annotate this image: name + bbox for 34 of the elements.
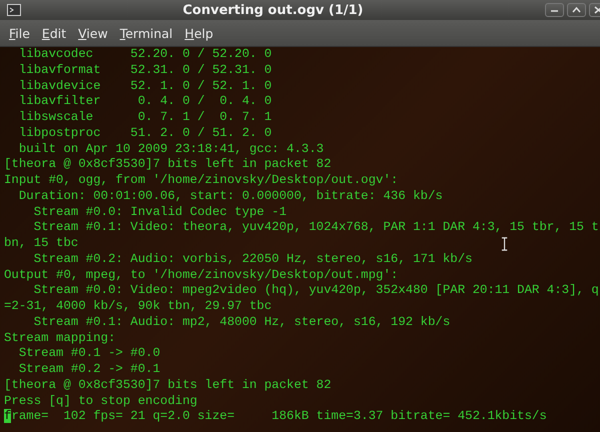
menu-item[interactable]: Help [178, 24, 220, 42]
terminal-line: Stream #0.2: Audio: vorbis, 22050 Hz, stereo, s16, 171 kb/s [32, 252, 472, 268]
terminal-line: Stream #0.2 -> #0.1 [18, 362, 160, 378]
terminal-line: Stream #0.1 -> #0.0 [18, 346, 160, 362]
menu-item[interactable]: Edit [36, 24, 72, 42]
terminal-line: Stream mapping: [4, 330, 116, 346]
terminal-line: frame= 102 fps= 21 q=2.0 size= 186kB time=3.37 bitrate= 452.1kbits/s [4, 409, 547, 425]
terminal-line: bn, 15 tbc [4, 236, 78, 252]
terminal-line: Input #0, ogg, from '/home/zinovsky/Desktop/out.ogv': [4, 173, 398, 189]
menu-item[interactable]: View [72, 24, 114, 42]
minimize-button[interactable] [545, 3, 564, 17]
terminal-line: [theora @ 0x8cf3530]7 bits left in packet 82 [4, 157, 332, 173]
terminal-line: Output #0, mpeg, to '/home/zinovsky/Desktop/out.mpg': [4, 268, 398, 284]
terminal-line: libavdevice 52. 1. 0 / 52. 1. 0 [18, 78, 272, 94]
terminal-line: libavcodec 52.20. 0 / 52.20. 0 [18, 47, 272, 63]
terminal-line: [theora @ 0x8cf3530]7 bits left in packet 82 [4, 378, 332, 394]
terminal-line: Duration: 00:01:00.06, start: 0.000000, bitrate: 436 kb/s [18, 188, 443, 204]
terminal-line: libavfilter 0. 4. 0 / 0. 4. 0 [18, 94, 272, 110]
terminal-line: Stream #0.0: Video: mpeg2video (hq), yuv420p, 352x480 [PAR 20:11 DAR 4:3], q [32, 283, 599, 299]
menu-item[interactable]: Terminal [114, 24, 179, 42]
terminal-line: Stream #0.1: Audio: mp2, 48000 Hz, stereo, s16, 192 kb/s [32, 314, 450, 330]
terminal-line: =2-31, 4000 kb/s, 90k tbn, 29.97 tbc [4, 299, 272, 315]
terminal-line: Stream #0.0: Invalid Codec type -1 [32, 204, 287, 220]
terminal-line: libpostproc 51. 2. 0 / 51. 2. 0 [18, 126, 272, 142]
terminal-line: libavformat 52.31. 0 / 52.31. 0 [18, 62, 272, 78]
maximize-button[interactable] [567, 3, 586, 17]
terminal-icon [7, 4, 21, 16]
terminal-line: Stream #0.1: Video: theora, yuv420p, 1024x768, PAR 1:1 DAR 4:3, 15 tbr, 15 t [32, 220, 599, 236]
text-cursor-icon [501, 237, 508, 251]
terminal-line: built on Apr 10 2009 23:18:41, gcc: 4.3.3 [18, 142, 324, 158]
window-title: Converting out.ogv (1/1) [182, 2, 364, 18]
terminal-line: libswscale 0. 7. 1 / 0. 7. 1 [18, 110, 272, 126]
menu-item[interactable]: File [3, 24, 36, 42]
terminal-line: Press [q] to stop encoding [4, 394, 198, 410]
